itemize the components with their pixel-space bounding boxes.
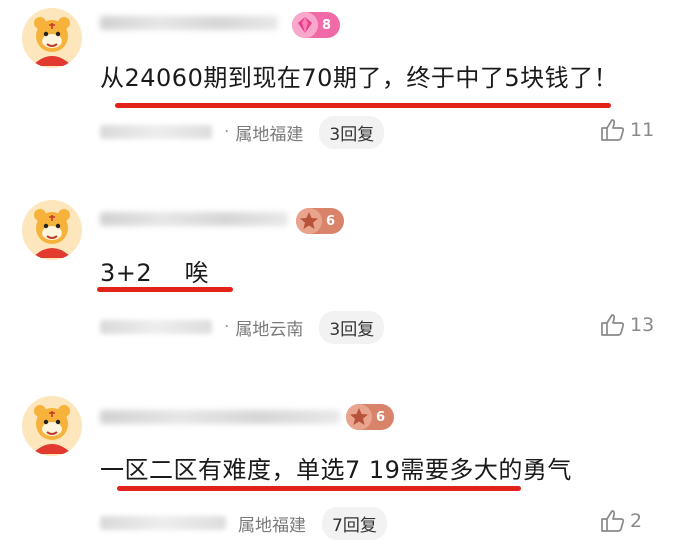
location-label: 属地福建 [238,515,306,536]
comment-meta: · 属地福建 3回复 [100,115,385,149]
timestamp-blurred [100,516,226,530]
avatar[interactable] [22,8,82,68]
thumbs-up-icon [601,314,625,336]
red-underline-annotation [117,486,521,491]
pink-diamond-icon [292,12,318,38]
level-number: 8 [322,17,332,33]
like-button[interactable]: 11 [600,118,654,142]
red-underline-annotation [97,287,233,292]
level-badge: 8 [292,12,341,38]
thumbs-up-icon [601,510,625,532]
username-blurred[interactable] [100,212,288,226]
level-number: 6 [376,409,386,425]
level-number: 6 [326,213,336,229]
avatar[interactable] [22,396,82,456]
timestamp-blurred [100,125,212,139]
avatar[interactable] [22,200,82,260]
tiger-avatar-icon [22,200,82,260]
comment-text: 一区二区有难度，单选7 19需要多大的勇气 [100,456,572,484]
like-count: 13 [630,314,655,336]
thumbs-up-icon [601,119,625,141]
level-badge: 6 [346,404,395,430]
comment-meta: · 属地云南 3回复 [100,310,385,344]
like-button[interactable]: 2 [600,509,642,533]
replies-button[interactable]: 7回复 [322,506,387,540]
username-blurred[interactable] [100,16,278,30]
comment-text: 从24060期到现在70期了，终于中了5块钱了！ [100,64,619,92]
like-count: 11 [630,119,655,141]
comment-meta: 属地福建 7回复 [100,506,387,540]
replies-button[interactable]: 3回复 [319,310,385,344]
bronze-star-icon [296,208,322,234]
location-label: 属地云南 [235,319,304,340]
username-blurred[interactable] [100,410,340,424]
like-count: 2 [630,510,643,532]
separator-dot: · [224,122,230,142]
separator-dot: · [224,317,230,337]
tiger-avatar-icon [22,396,82,456]
replies-button[interactable]: 3回复 [319,115,385,149]
location-label: 属地福建 [235,124,304,145]
like-button[interactable]: 13 [600,313,654,337]
tiger-avatar-icon [22,8,82,68]
red-underline-annotation [115,103,611,108]
timestamp-blurred [100,320,212,334]
comment-text: 3+2 唉 [100,259,210,287]
level-badge: 6 [296,208,345,234]
bronze-star-icon [346,404,372,430]
